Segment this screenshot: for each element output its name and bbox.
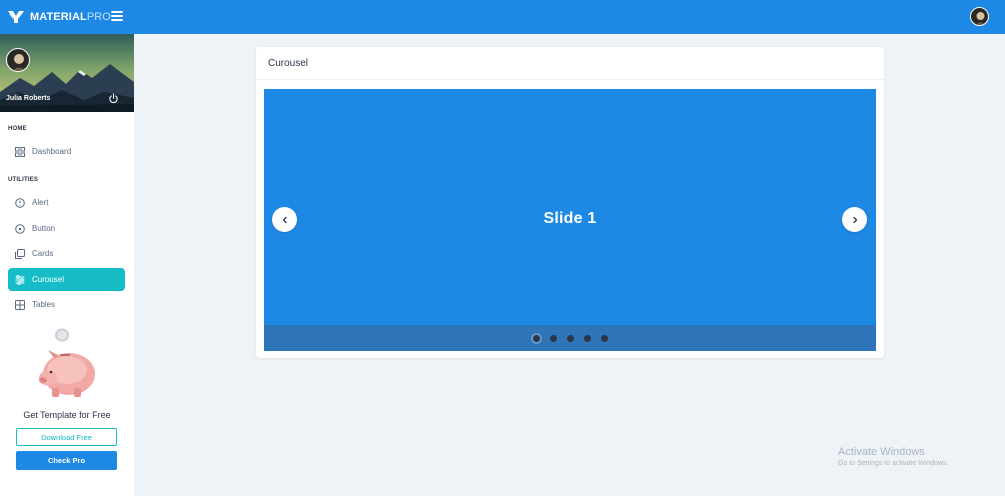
- brand-logo-icon: [8, 11, 24, 23]
- card-title: Curousel: [268, 58, 309, 69]
- user-avatar[interactable]: [970, 7, 989, 26]
- card-header: Curousel: [256, 47, 884, 80]
- profile-avatar[interactable]: [6, 48, 30, 72]
- sidebar-item-label: Alert: [32, 198, 49, 207]
- check-pro-button[interactable]: Check Pro: [16, 451, 117, 470]
- sidebar-item-button[interactable]: Button: [8, 217, 125, 240]
- nav-caption-utilities: UTILITIES: [8, 177, 39, 183]
- watermark-subtitle: Go to Settings to activate Windows.: [838, 460, 949, 467]
- sidebar-item-label: Dashboard: [32, 147, 72, 156]
- carousel-next-button[interactable]: [842, 207, 867, 232]
- nav-caption-home: HOME: [8, 126, 27, 132]
- profile-banner: Julia Roberts: [0, 34, 134, 112]
- slide-label: Slide 1: [543, 210, 597, 227]
- sidebar-item-label: Tables: [32, 300, 56, 309]
- sidebar-item-curousel[interactable]: Curousel: [8, 268, 125, 291]
- carousel-indicator-5[interactable]: [600, 334, 608, 342]
- sidebar-item-label: Button: [32, 224, 56, 233]
- sidebar: Julia Roberts HOME Dashboard UTILITIES A…: [0, 34, 134, 496]
- sidebar-item-label: Cards: [32, 249, 54, 258]
- carousel[interactable]: Slide 1: [264, 89, 876, 351]
- piggy-bank-illustration: [39, 328, 95, 397]
- top-header: MATERIALPRO: [0, 0, 1005, 34]
- alert-circle-icon: [15, 197, 25, 208]
- carousel-indicators: [264, 325, 876, 351]
- activate-windows-watermark: Activate Windows Go to Settings to activ…: [838, 446, 949, 467]
- dashboard-icon: [15, 146, 25, 157]
- cards-icon: [15, 248, 25, 259]
- carousel-indicator-4[interactable]: [583, 334, 591, 342]
- circle-dot-icon: [15, 223, 25, 234]
- carousel-prev-button[interactable]: [272, 207, 297, 232]
- table-icon: [15, 299, 25, 310]
- brand-name: MATERIALPRO: [30, 11, 111, 23]
- carousel-card: Curousel Slide 1: [256, 47, 884, 358]
- watermark-title: Activate Windows: [838, 446, 925, 458]
- carousel-indicator-2[interactable]: [549, 334, 557, 342]
- chevron-right-icon: [852, 216, 857, 223]
- chevron-left-icon: [282, 216, 287, 223]
- sidebar-item-dashboard[interactable]: Dashboard: [8, 140, 125, 163]
- menu-toggle-icon[interactable]: [111, 11, 123, 22]
- sliders-icon: [15, 274, 25, 285]
- profile-name: Julia Roberts: [6, 95, 51, 102]
- sidebar-item-alert[interactable]: Alert: [8, 191, 125, 214]
- sidebar-item-tables[interactable]: Tables: [8, 293, 125, 316]
- carousel-indicator-1[interactable]: [532, 334, 540, 342]
- brand[interactable]: MATERIALPRO: [8, 10, 111, 24]
- power-icon[interactable]: [108, 93, 119, 104]
- sidebar-item-cards[interactable]: Cards: [8, 242, 125, 265]
- sidebar-item-label: Curousel: [32, 275, 65, 284]
- carousel-indicator-3[interactable]: [566, 334, 574, 342]
- promo-text: Get Template for Free: [23, 410, 111, 420]
- download-free-button[interactable]: Download Free: [16, 428, 117, 446]
